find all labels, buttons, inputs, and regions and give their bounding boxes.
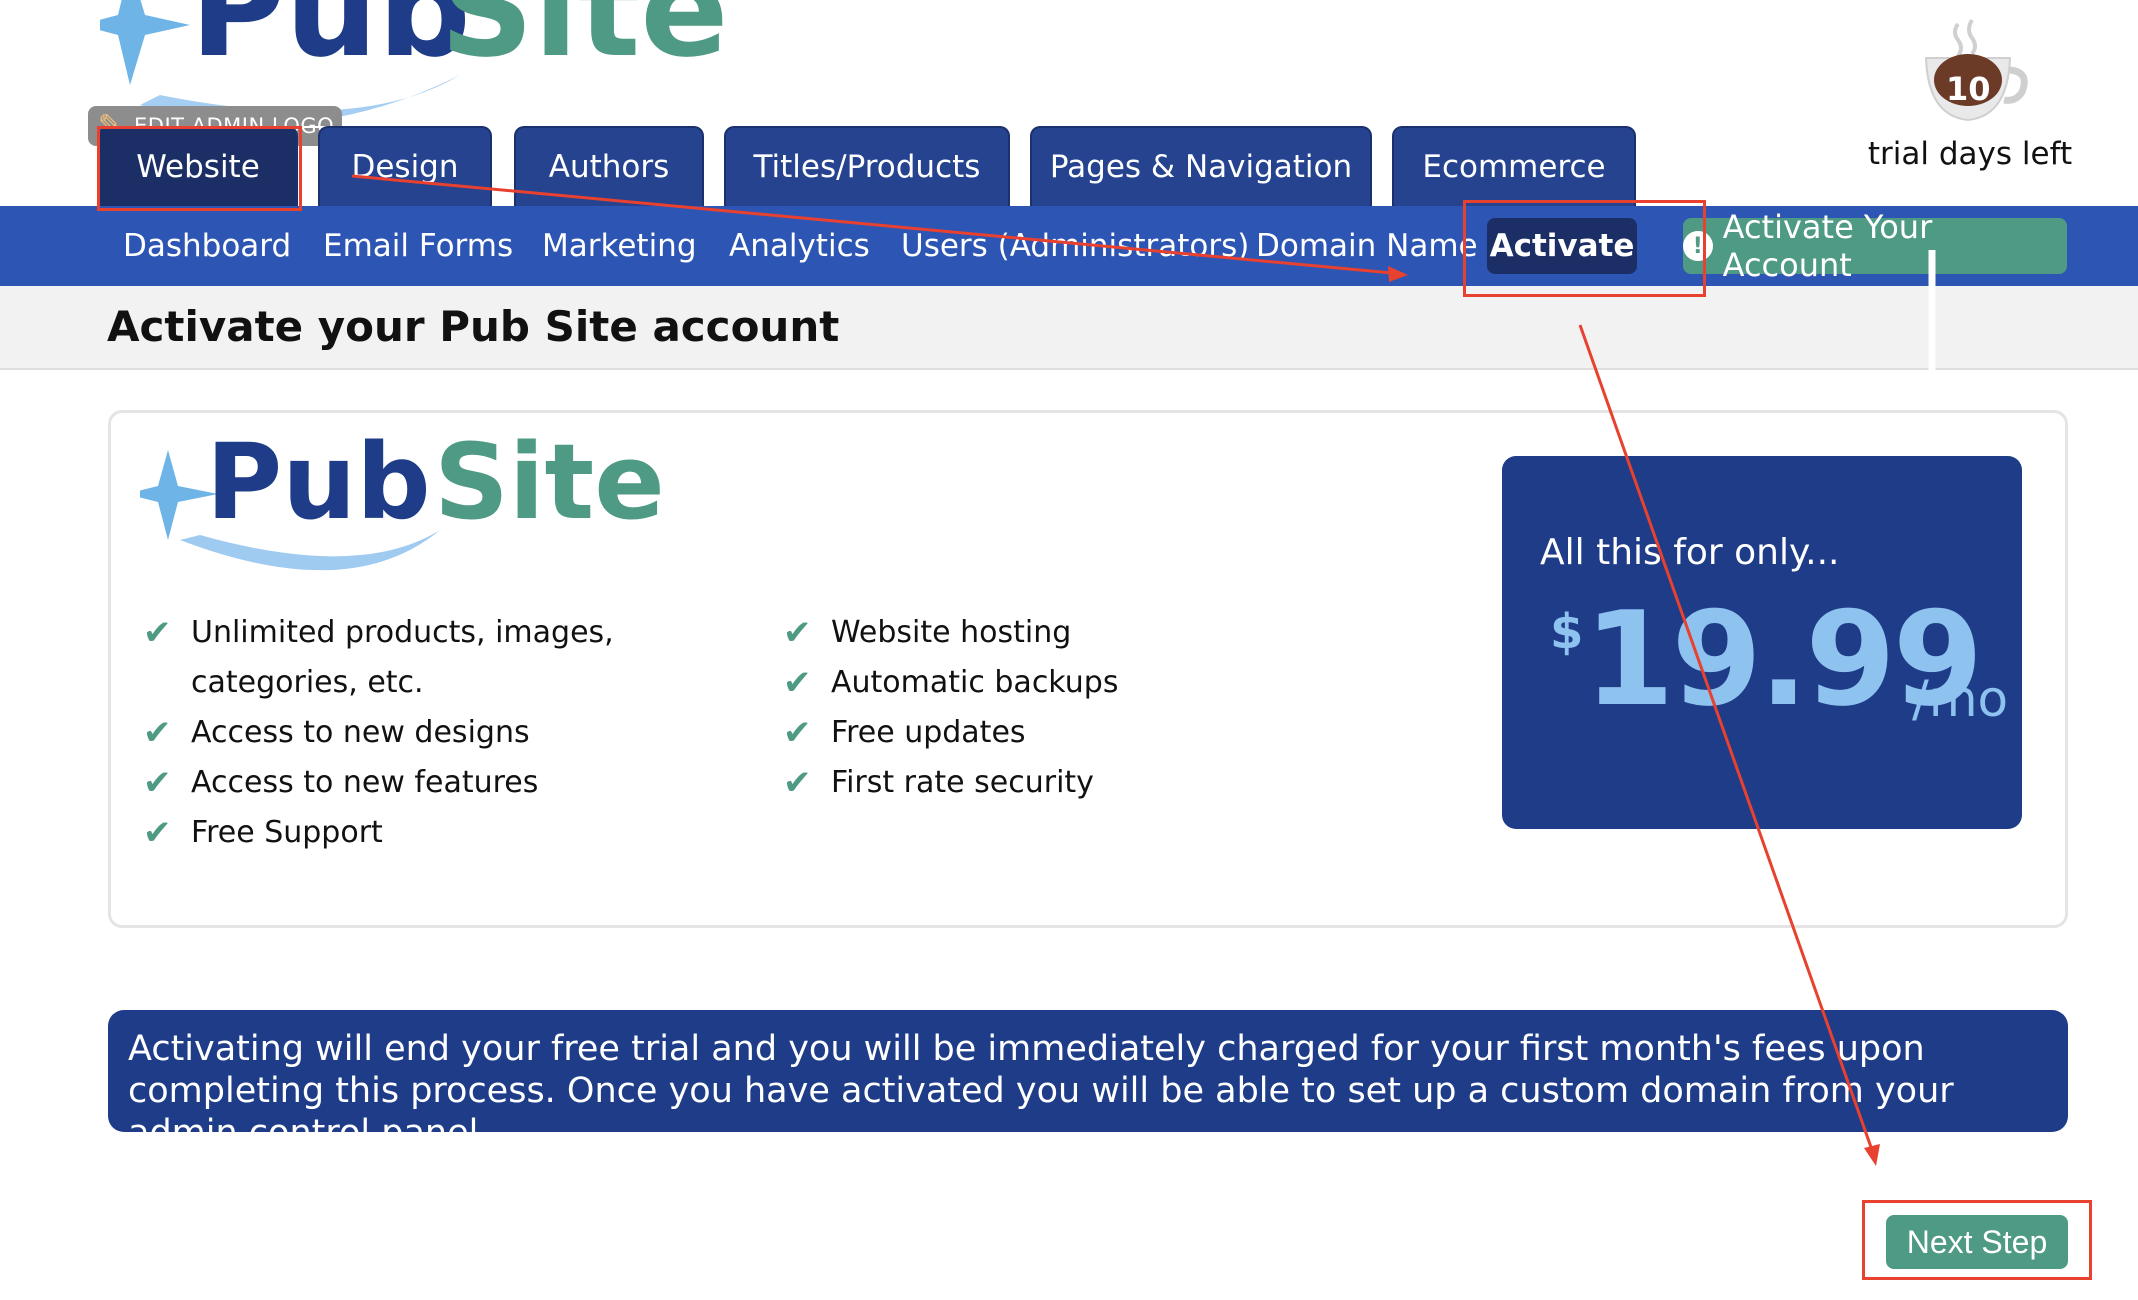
tab-authors[interactable]: Authors [514, 126, 704, 206]
check-icon: ✔ [143, 613, 172, 653]
subnav-email-forms[interactable]: Email Forms [323, 226, 513, 266]
trial-cup-icon: 10 [1918, 16, 2028, 126]
tab-titles-products[interactable]: Titles/Products [724, 126, 1010, 206]
subnav-dashboard[interactable]: Dashboard [123, 226, 291, 266]
feature-item: Access to new features [191, 765, 539, 800]
feature-item: categories, etc. [191, 665, 424, 700]
feature-item: Unlimited products, images, [191, 615, 614, 650]
price-unit: /mo [1912, 670, 2009, 728]
activate-account-button[interactable]: ! Activate Your Account [1683, 208, 2067, 284]
check-icon: ✔ [783, 663, 812, 703]
logo-text-pub: Pub [190, 0, 471, 86]
tab-design[interactable]: Design [318, 126, 492, 206]
trial-days-count: 10 [1946, 70, 1991, 108]
trial-days-label: trial days left [1867, 136, 2073, 172]
subnav-domain-name[interactable]: Domain Name [1256, 226, 1478, 266]
subnav-marketing[interactable]: Marketing [542, 226, 697, 266]
header-logo: Pub Site [80, 0, 729, 125]
check-icon: ✔ [143, 713, 172, 753]
feature-item: Free updates [831, 715, 1026, 750]
next-step-button[interactable]: Next Step [1886, 1215, 2068, 1269]
feature-item: Access to new designs [191, 715, 530, 750]
check-icon: ✔ [143, 813, 172, 853]
check-icon: ✔ [143, 763, 172, 803]
activation-notice: Activating will end your free trial and … [108, 1010, 2068, 1153]
price-box: All this for only... $ 19.99 /mo [1502, 456, 2022, 829]
check-icon: ✔ [783, 713, 812, 753]
alert-icon: ! [1683, 231, 1713, 261]
subnav-users[interactable]: Users (Administrators) [901, 226, 1249, 266]
card-logo: Pub Site [126, 421, 665, 580]
card-logo-text-site: Site [434, 421, 665, 543]
tab-pages-navigation[interactable]: Pages & Navigation [1030, 126, 1372, 206]
activate-account-label: Activate Your Account [1722, 208, 1933, 284]
price-label: All this for only... [1540, 532, 1840, 573]
check-icon: ✔ [783, 763, 812, 803]
feature-item: First rate security [831, 765, 1094, 800]
feature-item: Free Support [191, 815, 383, 850]
tab-website[interactable]: Website [98, 126, 298, 206]
card-logo-text-pub: Pub [206, 421, 431, 543]
page-title-bar: Activate your Pub Site account [0, 286, 2138, 370]
logo-text-site: Site [440, 0, 729, 86]
feature-item: Automatic backups [831, 665, 1119, 700]
feature-item: Website hosting [831, 615, 1072, 650]
page-title: Activate your Pub Site account [107, 302, 840, 351]
price-currency: $ [1550, 604, 1584, 660]
tab-ecommerce[interactable]: Ecommerce [1392, 126, 1636, 206]
subnav-analytics[interactable]: Analytics [729, 226, 870, 266]
subnav-activate[interactable]: Activate [1487, 218, 1637, 274]
check-icon: ✔ [783, 613, 812, 653]
sub-navigation: Dashboard Email Forms Marketing Analytic… [0, 206, 2138, 286]
